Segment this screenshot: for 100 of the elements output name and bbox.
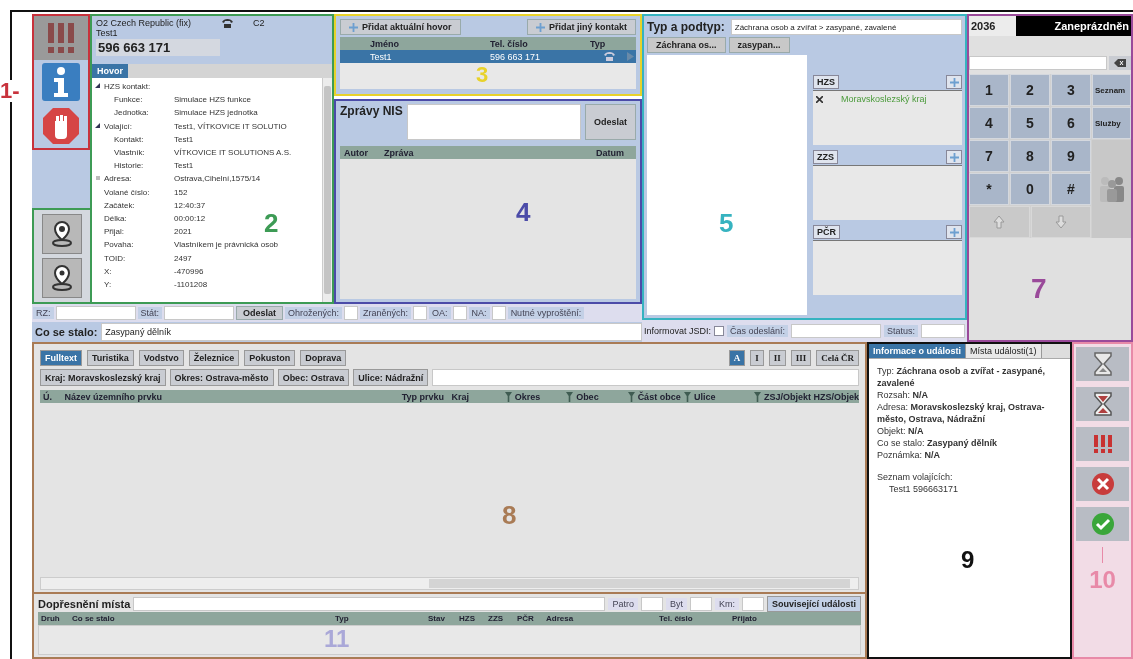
filter-chip[interactable]: Ulice: Nádražní bbox=[353, 369, 429, 386]
add-contact-button[interactable]: Přidat aktuální hovor bbox=[340, 19, 461, 35]
dial-key[interactable]: * bbox=[969, 173, 1009, 205]
dial-key[interactable]: 5 bbox=[1010, 107, 1050, 139]
property-value: 2021 bbox=[174, 227, 192, 237]
dial-key[interactable]: 7 bbox=[969, 140, 1009, 172]
field-label: Status: bbox=[884, 325, 919, 337]
field-label: NA: bbox=[468, 307, 490, 319]
tab[interactable]: Fulltext bbox=[40, 350, 82, 366]
table-cell-text: 596 663 171 bbox=[490, 51, 542, 62]
dial-key[interactable]: 0 bbox=[1010, 173, 1050, 205]
property-value: Test1 bbox=[174, 134, 194, 144]
services-button[interactable]: Služby bbox=[1092, 107, 1131, 139]
property-label: X: bbox=[104, 266, 113, 276]
tab[interactable]: Vodstvo bbox=[138, 350, 184, 366]
annotation-number: 8 bbox=[502, 504, 517, 526]
caller-entry: Test1 596663171 bbox=[889, 484, 959, 494]
line-label: C2 bbox=[253, 18, 265, 28]
tab[interactable]: Informace o události bbox=[869, 344, 966, 358]
column-header[interactable]: Obec bbox=[576, 391, 599, 402]
tab[interactable]: Železnice bbox=[188, 350, 240, 366]
info-line: Objekt: N/A bbox=[877, 425, 925, 437]
contacts-button[interactable]: Seznam bbox=[1092, 74, 1131, 106]
send-button[interactable]: Odeslat bbox=[585, 104, 636, 140]
level-button[interactable]: Celá ČR bbox=[816, 350, 859, 366]
column-header: Typ bbox=[590, 38, 607, 49]
column-header: Druh bbox=[40, 614, 61, 623]
info-line: Typ: Záchrana osob a zvířat - zasypané, zavalené bbox=[877, 365, 1047, 389]
tab[interactable]: Turistika bbox=[87, 350, 134, 366]
dial-key[interactable]: 1 bbox=[969, 74, 1009, 106]
column-header[interactable]: ZSJ/Objekt HZS/Objek bbox=[763, 391, 859, 402]
annotation-number: 10 bbox=[1088, 569, 1117, 591]
field-label: Byt bbox=[665, 598, 687, 610]
dial-key[interactable]: 8 bbox=[1010, 140, 1050, 172]
unit-label: HZS bbox=[813, 75, 839, 89]
info-line: Adresa: Moravskoslezský kraj, Ostrava-město, Ostrava, Nádražní bbox=[877, 401, 1046, 425]
field-label: Ohrožených: bbox=[285, 307, 343, 319]
column-header: Přijato bbox=[731, 614, 758, 623]
operator-name: O2 Czech Republic (fix) bbox=[96, 18, 193, 28]
dial-key[interactable]: 2 bbox=[1010, 74, 1050, 106]
column-header: ZZS bbox=[487, 614, 505, 623]
tab[interactable]: Hovor bbox=[92, 64, 128, 78]
tab[interactable]: Doprava bbox=[300, 350, 347, 366]
column-header[interactable]: Název územního prvku bbox=[64, 391, 162, 402]
info-line: Poznámka: N/A bbox=[877, 449, 942, 461]
level-button[interactable]: III bbox=[790, 350, 812, 366]
column-header[interactable]: Ú. bbox=[43, 391, 52, 402]
field-label: Stát: bbox=[137, 307, 162, 319]
category-button[interactable]: Záchrana os... bbox=[647, 37, 726, 53]
property-value: VÍTKOVICE IT SOLUTIONS A.S. bbox=[174, 148, 292, 158]
column-header[interactable]: Typ prvku bbox=[401, 391, 445, 402]
field-label: Čas odeslání: bbox=[727, 325, 789, 337]
tab[interactable]: Místa události(1) bbox=[966, 344, 1042, 358]
property-value: Test1, VÍTKOVICE IT SOLUTIO bbox=[174, 121, 287, 131]
annotation-number: 1- bbox=[0, 80, 20, 102]
unit-label: ZZS bbox=[813, 150, 838, 164]
contact-row[interactable]: Test1 596 663 171 bbox=[340, 50, 636, 63]
column-header: Tel. číslo bbox=[490, 38, 529, 49]
filter-chip[interactable]: Obec: Ostrava bbox=[277, 369, 350, 386]
dial-key[interactable]: 4 bbox=[969, 107, 1009, 139]
property-label: Povaha: bbox=[104, 240, 135, 250]
column-header: Typ bbox=[334, 614, 350, 623]
send-button[interactable]: Odeslat bbox=[236, 306, 284, 320]
property-value: -1101208 bbox=[174, 279, 208, 289]
add-contact-button[interactable]: Přidat jiný kontakt bbox=[526, 19, 636, 35]
property-label: Začátek: bbox=[104, 200, 136, 210]
filter-chip[interactable]: Okres: Ostrava-město bbox=[169, 369, 274, 386]
filter-chip[interactable]: Kraj: Moravskoslezský kraj bbox=[40, 369, 166, 386]
annotation-number: 5 bbox=[719, 212, 734, 234]
info-line: Co se stalo: Zasypaný dělník bbox=[877, 437, 999, 449]
property-label: Volající: bbox=[104, 121, 133, 131]
dial-key[interactable]: 3 bbox=[1051, 74, 1091, 106]
dial-key[interactable]: 9 bbox=[1051, 140, 1091, 172]
info-line: Seznam volajících: bbox=[877, 471, 954, 483]
column-header[interactable]: Část obce bbox=[637, 391, 681, 402]
tab[interactable]: Pokuston bbox=[244, 350, 296, 366]
panel-title: Dopřesnění místa bbox=[38, 598, 131, 610]
input-field[interactable]: Zasypaný dělník bbox=[101, 323, 642, 341]
column-header[interactable]: Kraj bbox=[451, 391, 469, 402]
caller-number: 596 663 171 bbox=[96, 39, 221, 56]
level-button[interactable]: I bbox=[750, 350, 764, 366]
field-label: Co se stalo: bbox=[35, 326, 98, 338]
table-cell-text: Test1 bbox=[369, 51, 393, 62]
property-value: -470996 bbox=[174, 266, 204, 276]
column-header[interactable]: Ulice bbox=[694, 391, 716, 402]
property-label: Délka: bbox=[104, 213, 128, 223]
related-events-button[interactable]: Související události bbox=[766, 596, 861, 612]
level-button[interactable]: II bbox=[768, 350, 786, 366]
property-label: Funkce: bbox=[114, 95, 144, 105]
property-value: Simulace HZS funkce bbox=[174, 95, 251, 105]
category-button[interactable]: zasypan... bbox=[728, 37, 790, 53]
column-header[interactable]: Okres bbox=[514, 391, 541, 402]
level-button[interactable]: A bbox=[728, 350, 746, 366]
property-label: TOID: bbox=[104, 253, 127, 263]
dial-key[interactable]: 6 bbox=[1051, 107, 1091, 139]
column-header: Datum bbox=[595, 147, 625, 158]
dial-key[interactable]: # bbox=[1051, 173, 1091, 205]
input-field[interactable]: Záchrana osob a zvířat > zasypané, zavalené bbox=[730, 19, 962, 35]
property-value: Test1 bbox=[174, 161, 194, 171]
property-value: Simulace HZS jednotka bbox=[174, 108, 258, 118]
